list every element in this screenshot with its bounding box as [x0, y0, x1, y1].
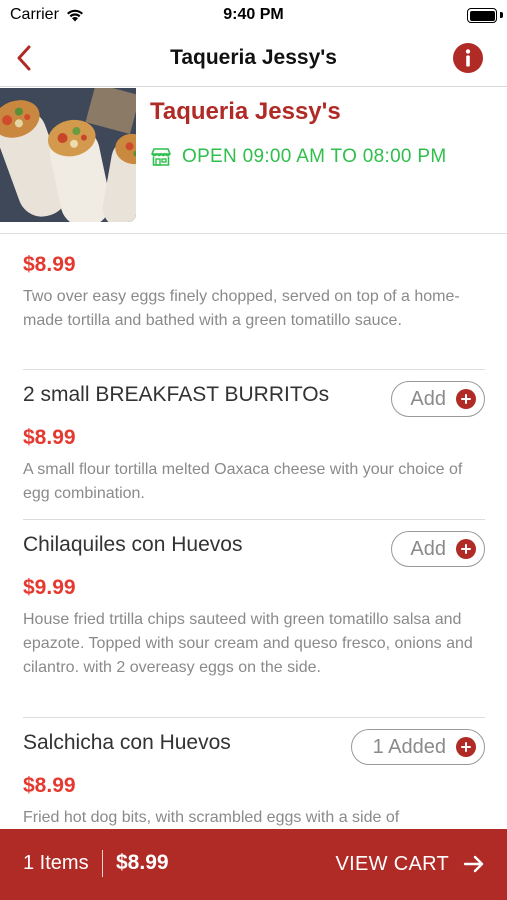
- menu-list[interactable]: $8.99 Two over easy eggs finely chopped,…: [0, 235, 507, 830]
- item-price: $8.99: [23, 426, 76, 449]
- restaurant-header: Taqueria Jessy's OPEN 09:00 AM TO 08:00 …: [0, 88, 507, 234]
- restaurant-photo: [0, 88, 136, 222]
- item-price: $8.99: [23, 774, 76, 797]
- plus-icon: [456, 539, 476, 559]
- cart-item-count: 1 Items: [23, 852, 89, 874]
- add-button-label: Add: [410, 387, 446, 410]
- page-title: Taqueria Jessy's: [170, 46, 337, 69]
- item-description: House fried trtilla chips sauteed with g…: [23, 611, 473, 676]
- item-description: A small flour tortilla melted Oaxaca che…: [23, 461, 463, 502]
- add-to-cart-button[interactable]: 1 Added: [351, 729, 485, 765]
- storefront-icon: [151, 148, 171, 166]
- menu-item[interactable]: 1 Added Salchicha con Huevos $8.99 Fried…: [23, 718, 485, 830]
- menu-item[interactable]: $8.99 Two over easy eggs finely chopped,…: [23, 235, 485, 370]
- info-button[interactable]: [453, 43, 483, 73]
- hours-row: OPEN 09:00 AM TO 08:00 PM: [150, 146, 446, 168]
- cart-divider: [102, 850, 103, 877]
- menu-item[interactable]: Add Chilaquiles con Huevos $9.99 House f…: [23, 520, 485, 718]
- plus-icon: [456, 737, 476, 757]
- info-icon: [465, 49, 471, 67]
- item-name: 2 small BREAKFAST BURRITOs: [23, 383, 330, 406]
- clock: 9:40 PM: [223, 6, 284, 23]
- item-name: Salchicha con Huevos: [23, 731, 231, 754]
- view-cart-label: VIEW CART: [335, 852, 449, 875]
- add-button-label: Add: [410, 537, 446, 560]
- add-button-label: 1 Added: [372, 735, 446, 758]
- battery-cap: [500, 12, 503, 18]
- item-description: Two over easy eggs finely chopped, serve…: [23, 288, 460, 329]
- battery-icon: [467, 8, 497, 23]
- item-price: $9.99: [23, 576, 76, 599]
- add-to-cart-button[interactable]: Add: [391, 531, 485, 567]
- add-to-cart-button[interactable]: Add: [391, 381, 485, 417]
- opening-hours: OPEN 09:00 AM TO 08:00 PM: [182, 146, 447, 167]
- arrow-right-icon: [463, 855, 484, 873]
- item-price: $8.99: [23, 253, 76, 276]
- status-bar: Carrier 9:40 PM: [0, 0, 507, 32]
- plus-icon: [456, 389, 476, 409]
- menu-item[interactable]: 2 small BREAKFAST BURRITOs Add $8.99 A s…: [23, 370, 485, 520]
- cart-total: $8.99: [116, 851, 169, 874]
- view-cart-button[interactable]: VIEW CART: [336, 847, 485, 881]
- item-description: Fried hot dog bits, with scrambled eggs …: [23, 809, 400, 826]
- item-name: Chilaquiles con Huevos: [23, 533, 243, 556]
- navigation-bar: Taqueria Jessy's: [0, 32, 507, 87]
- restaurant-name: Taqueria Jessy's: [150, 98, 341, 125]
- cart-bar[interactable]: 1 Items $8.99 VIEW CART: [0, 829, 507, 900]
